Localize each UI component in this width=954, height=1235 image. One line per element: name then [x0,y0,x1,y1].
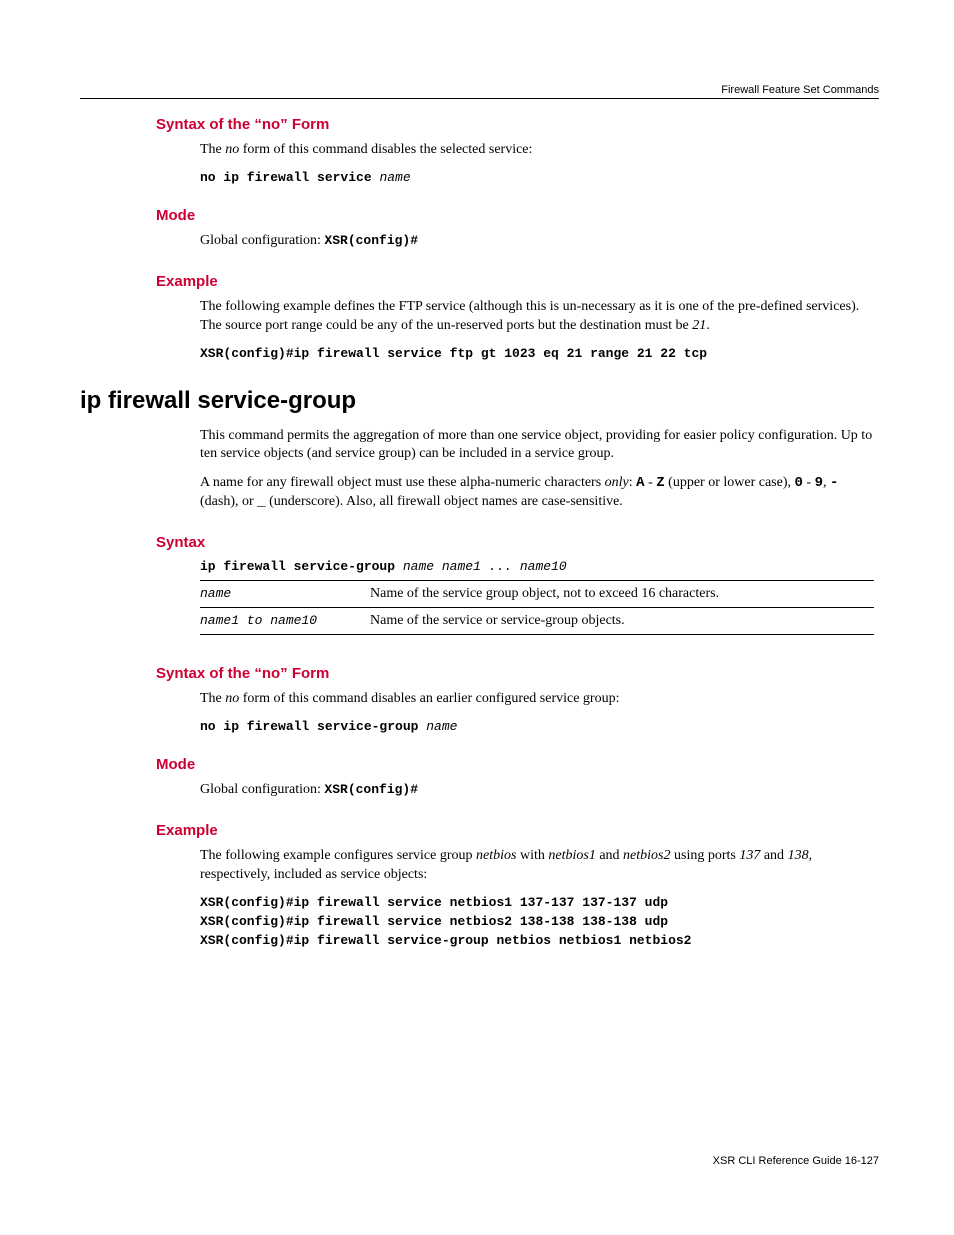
heading-mode-1: Mode [156,207,879,224]
text: , [823,475,830,490]
syntax-no-text-1: The no form of this command disables the… [200,141,874,160]
example-text-2: The following example configures service… [200,847,874,885]
intro-1: This command permits the aggregation of … [200,427,874,465]
mode-text-1: Global configuration: XSR(config)# [200,232,879,251]
text-em: 21 [692,318,706,333]
text-em: netbios1 [548,848,595,863]
intro-2: A name for any firewall object must use … [200,474,874,512]
text: The [200,142,225,157]
text: . [706,318,710,333]
text-em: only [605,475,629,490]
cmd-bold: no ip firewall service-group [200,719,426,734]
section-title: ip firewall service-group [80,387,879,415]
text: (dash), or [200,494,257,509]
cmd-args: name name1 ... name10 [403,559,567,574]
text: The following example defines the FTP se… [200,299,859,333]
text: - [645,475,657,490]
cmd-arg: name [426,719,457,734]
text-em: netbios2 [623,848,670,863]
page-content: Syntax of the “no” Form The no form of t… [80,116,879,948]
example-cmd-line: XSR(config)#ip firewall service netbios2… [200,914,879,929]
code: XSR(config)# [324,782,418,797]
cmd: XSR(config)#ip firewall service netbios2… [200,914,668,929]
text: form of this command disables the select… [239,142,532,157]
text: and [760,848,787,863]
heading-syntax-no-form-1: Syntax of the “no” Form [156,116,879,133]
param-desc: Name of the service or service-group obj… [370,608,874,635]
cmd-bold: no ip firewall service [200,170,379,185]
text: A name for any firewall object must use … [200,475,605,490]
syntax-no-text-2: The no form of this command disables an … [200,690,874,709]
text-em: 138 [788,848,809,863]
cmd: XSR(config)#ip firewall service ftp gt 1… [200,346,707,361]
syntax-no-cmd-1: no ip firewall service name [200,170,879,185]
example-cmd-line: XSR(config)#ip firewall service netbios1… [200,895,879,910]
text: The [200,691,225,706]
text-em: 137 [739,848,760,863]
code: XSR(config)# [324,233,418,248]
text-em: no [225,691,239,706]
heading-example-1: Example [156,273,879,290]
text: (upper or lower case), [665,475,795,490]
syntax-no-cmd-2: no ip firewall service-group name [200,719,879,734]
table-row: name Name of the service group object, n… [200,581,874,608]
example-text-1: The following example defines the FTP se… [200,298,874,336]
heading-example-2: Example [156,822,879,839]
example-cmd-line: XSR(config)#ip firewall service-group ne… [200,933,879,948]
text-bold: Z [656,475,664,491]
text-bold: _ [257,494,265,510]
text-bold: A [636,475,644,491]
param-desc: Name of the service group object, not to… [370,581,874,608]
text: - [803,475,815,490]
cmd: XSR(config)#ip firewall service-group ne… [200,933,691,948]
page-header-label: Firewall Feature Set Commands [721,84,879,96]
cmd-bold: ip firewall service-group [200,559,403,574]
text: with [516,848,548,863]
table-row: name1 to name10 Name of the service or s… [200,608,874,635]
text: (underscore). Also, all firewall object … [266,494,623,509]
text-bold: - [830,475,838,491]
page-footer: XSR CLI Reference Guide 16-127 [713,1155,879,1167]
cmd-arg: name [379,170,410,185]
text-bold: 9 [815,475,823,491]
syntax-cmd: ip firewall service-group name name1 ...… [200,559,879,574]
param-name: name1 to name10 [200,608,370,635]
text: and [596,848,623,863]
text: form of this command disables an earlier… [239,691,619,706]
text: Global configuration: [200,782,324,797]
param-name: name [200,581,370,608]
text-bold: 0 [794,475,802,491]
cmd: XSR(config)#ip firewall service netbios1… [200,895,668,910]
text-em: netbios [476,848,516,863]
text: The following example configures service… [200,848,476,863]
text: using ports [671,848,740,863]
text: Global configuration: [200,233,324,248]
heading-syntax: Syntax [156,534,879,551]
param-table: name Name of the service group object, n… [200,580,874,635]
heading-syntax-no-form-2: Syntax of the “no” Form [156,665,879,682]
example-cmd-1: XSR(config)#ip firewall service ftp gt 1… [200,346,879,361]
mode-text-2: Global configuration: XSR(config)# [200,781,879,800]
text-em: no [225,142,239,157]
header-rule [80,98,879,99]
heading-mode-2: Mode [156,756,879,773]
